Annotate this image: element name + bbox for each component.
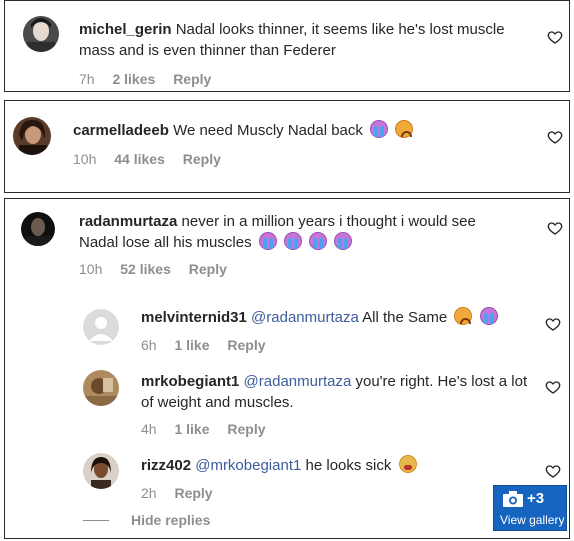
reply-mention[interactable]: @radanmurtaza [244,373,352,390]
reply-body: melvinternid31 @radanmurtaza All the Sam… [141,307,541,328]
avatar[interactable] [83,309,119,345]
avatar-image [83,453,119,489]
comment-username[interactable]: radanmurtaza [79,213,177,230]
avatar[interactable] [13,117,51,155]
crying-face-icon [479,307,498,325]
hide-replies-divider [83,519,109,521]
comment-body: radanmurtaza never in a million years i … [79,211,519,253]
comment-card: michel_gerin Nadal looks thinner, it see… [4,0,570,92]
comment-body: michel_gerin Nadal looks thinner, it see… [79,19,539,61]
avatar[interactable] [83,453,119,489]
crying-face-icon [283,232,302,250]
comment-username[interactable]: michel_gerin [79,21,172,38]
camera-icon [503,491,523,507]
view-gallery-button[interactable]: +3 View gallery [493,485,567,531]
reply-meta: 2h Reply [141,485,227,501]
sad-face-icon [454,307,473,325]
reply-text: All the Same [362,309,448,326]
reply-time: 4h [141,421,157,437]
sick-face-icon [398,455,417,473]
like-heart-icon[interactable] [547,29,563,45]
reply-mention[interactable]: @mrkobegiant1 [195,457,301,474]
crying-face-icon [334,232,353,250]
crying-face-icon [370,120,389,138]
avatar-image [13,117,51,155]
like-heart-icon[interactable] [545,316,561,332]
reply-likes[interactable]: 1 like [174,421,209,437]
sad-face-icon [395,120,414,138]
comment-card: carmelladeeb We need Muscly Nadal back 1… [4,100,570,193]
avatar[interactable] [23,16,59,52]
comment-body: carmelladeeb We need Muscly Nadal back [73,120,513,141]
reply-meta: 4h 1 like Reply [141,421,280,437]
comment-likes[interactable]: 52 likes [120,261,171,277]
comment-time: 10h [73,151,97,167]
like-heart-icon[interactable] [547,220,563,236]
comment-likes[interactable]: 44 likes [114,151,165,167]
like-heart-icon[interactable] [545,379,561,395]
like-heart-icon[interactable] [547,129,563,145]
reply-username[interactable]: rizz402 [141,457,191,474]
reply-body: rizz402 @mrkobegiant1 he looks sick [141,455,536,476]
reply-text: he looks sick [305,457,392,474]
comment-text: We need Muscly Nadal back [173,122,363,139]
default-avatar-icon [83,309,119,345]
avatar[interactable] [21,212,55,246]
reply-button[interactable]: Reply [227,337,265,353]
reply-username[interactable]: melvinternid31 [141,309,247,326]
comment-likes[interactable]: 2 likes [112,71,155,87]
reply-button[interactable]: Reply [227,421,265,437]
comment-meta: 7h 2 likes Reply [79,71,225,87]
comment-meta: 10h 52 likes Reply [79,261,241,277]
reply-button[interactable]: Reply [173,71,211,87]
avatar-image [83,370,119,406]
comment-time: 10h [79,261,103,277]
reply-time: 6h [141,337,157,353]
reply-button[interactable]: Reply [174,485,212,501]
comment-meta: 10h 44 likes Reply [73,151,235,167]
hide-replies-button[interactable]: Hide replies [83,512,210,528]
reply-time: 2h [141,485,157,501]
comment-time: 7h [79,71,95,87]
avatar-image [21,212,55,246]
reply-mention[interactable]: @radanmurtaza [251,309,359,326]
like-heart-icon[interactable] [545,463,561,479]
hide-replies-label: Hide replies [131,512,211,528]
reply-meta: 6h 1 like Reply [141,337,280,353]
crying-face-icon [309,232,328,250]
comment-username[interactable]: carmelladeeb [73,122,169,139]
avatar-image [23,16,59,52]
reply-username[interactable]: mrkobegiant1 [141,373,239,390]
reply-likes[interactable]: 1 like [174,337,209,353]
avatar[interactable] [83,370,119,406]
reply-button[interactable]: Reply [189,261,227,277]
crying-face-icon [258,232,277,250]
gallery-label: View gallery [500,513,565,527]
reply-body: mrkobegiant1 @radanmurtaza you're right.… [141,371,536,413]
comment-card: radanmurtaza never in a million years i … [4,198,570,539]
reply-button[interactable]: Reply [183,151,221,167]
gallery-count: +3 [527,490,545,507]
